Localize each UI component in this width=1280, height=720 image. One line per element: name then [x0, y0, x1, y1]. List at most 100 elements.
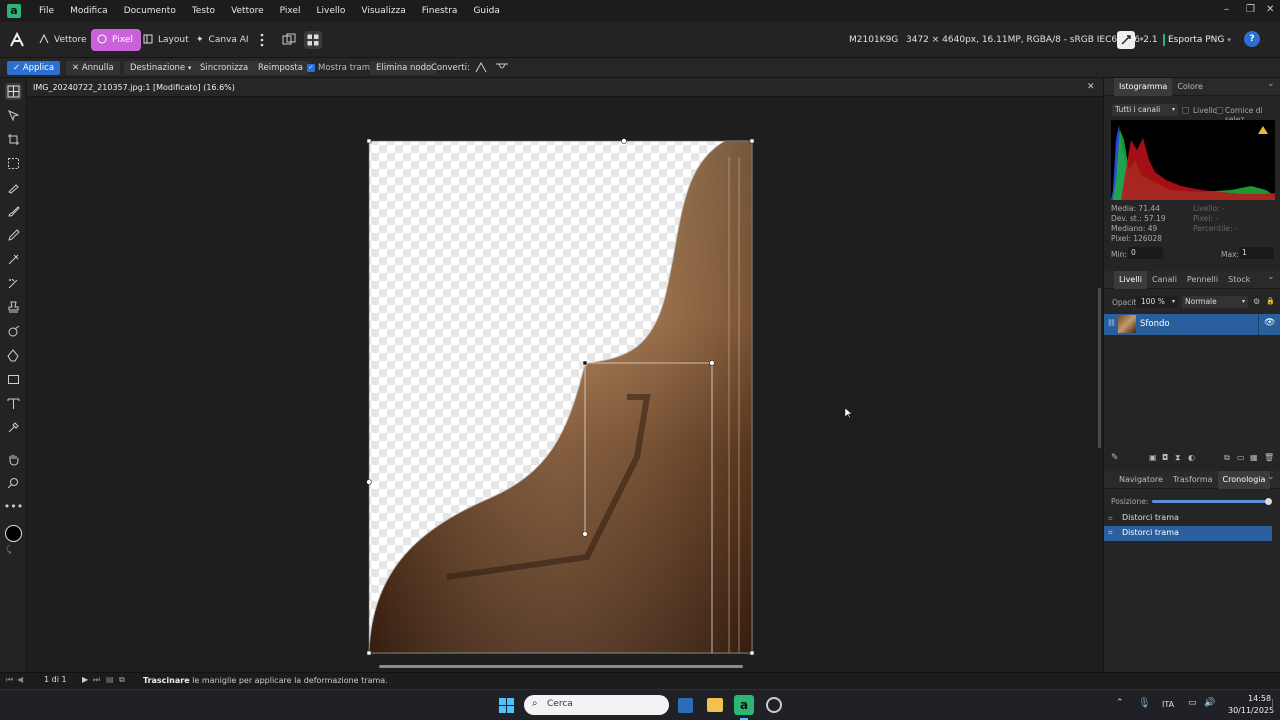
selection-checkbox[interactable]: [1216, 107, 1223, 114]
adjustment-icon[interactable]: ▣: [1149, 453, 1157, 462]
mesh-handle[interactable]: [366, 479, 372, 485]
opacity-input[interactable]: 100 % ▾: [1136, 296, 1178, 308]
lock-icon[interactable]: 🔒: [1266, 297, 1275, 305]
show-desktop[interactable]: [1272, 699, 1273, 711]
affinity-taskbar-icon[interactable]: a: [734, 695, 754, 715]
max-input[interactable]: 1: [1239, 247, 1274, 259]
history-entry-current[interactable]: ⌗ Distorci trama: [1104, 526, 1272, 541]
last-page-icon[interactable]: ⏭: [93, 675, 100, 685]
taskbar-search[interactable]: ⌕ Cerca: [524, 695, 669, 715]
spread-icon[interactable]: ⧉: [119, 675, 125, 685]
tab-histogram[interactable]: Istogramma: [1114, 77, 1173, 96]
visibility-eye-icon[interactable]: 👁: [1264, 318, 1275, 328]
microphone-icon[interactable]: 🎙: [1138, 698, 1151, 709]
panel-menu-icon[interactable]: ⌄: [1267, 272, 1275, 282]
close-window-icon[interactable]: ✕: [1266, 0, 1274, 20]
menu-modifica[interactable]: Modifica: [62, 0, 116, 22]
tab-stock[interactable]: Stock: [1223, 271, 1255, 289]
chevron-up-icon[interactable]: ⌃: [1116, 698, 1124, 708]
eyedropper-icon[interactable]: [5, 419, 22, 436]
mesh-node[interactable]: [582, 360, 588, 366]
mesh-handle[interactable]: [366, 650, 372, 656]
pencil-icon[interactable]: [5, 227, 22, 244]
healing-brush-icon[interactable]: [5, 251, 22, 268]
tab-brushes[interactable]: Pennelli: [1182, 271, 1223, 289]
tab-history[interactable]: Cronologia: [1217, 470, 1271, 489]
tab-color[interactable]: Colore: [1172, 78, 1208, 96]
rectangle-tool-icon[interactable]: [5, 371, 22, 388]
marquee-tool-icon[interactable]: [5, 155, 22, 172]
more-tools-icon[interactable]: •••: [4, 498, 23, 515]
layer-checkbox[interactable]: [1182, 107, 1189, 114]
canvas-artwork[interactable]: [27, 97, 1103, 672]
first-page-icon[interactable]: ⏮: [6, 675, 13, 685]
language-indicator[interactable]: ITA: [1162, 700, 1174, 709]
mesh-handle[interactable]: [749, 138, 755, 144]
more-vertical-icon[interactable]: [253, 31, 271, 49]
clock-date[interactable]: 30/11/2025: [1228, 706, 1274, 715]
tab-navigator[interactable]: Navigatore: [1114, 471, 1168, 489]
destination-dropdown[interactable]: Destinazione ▾: [124, 61, 198, 75]
export-png-button[interactable]: Esporta PNG ▾: [1163, 33, 1231, 47]
blend-mode-dropdown[interactable]: Normale ▾: [1182, 296, 1248, 308]
prev-page-icon[interactable]: ◀: [17, 675, 23, 684]
app-menu-icon[interactable]: [7, 30, 27, 50]
menu-file[interactable]: File: [31, 0, 62, 22]
tab-channels[interactable]: Canali: [1147, 271, 1182, 289]
tab-transform[interactable]: Trasforma: [1168, 471, 1218, 489]
menu-livello[interactable]: Livello: [309, 0, 354, 22]
smooth-node-icon[interactable]: [495, 61, 509, 76]
mesh-handle[interactable]: [749, 650, 755, 656]
swap-colors-icon[interactable]: ⤹: [6, 545, 11, 555]
persona-pixel[interactable]: Pixel: [91, 29, 141, 51]
menu-visualizza[interactable]: Visualizza: [353, 0, 413, 22]
selection-brush-icon[interactable]: [5, 179, 22, 196]
menu-pixel[interactable]: Pixel: [272, 0, 309, 22]
persona-layout[interactable]: Layout: [137, 29, 197, 51]
store-icon[interactable]: [678, 698, 693, 713]
menu-vettore[interactable]: Vettore: [223, 0, 272, 22]
affinity-logo-icon[interactable]: a: [7, 4, 21, 18]
next-page-icon[interactable]: ▶: [82, 675, 88, 684]
history-entry[interactable]: ⌗ Distorci trama: [1104, 512, 1272, 526]
crop-tool-icon[interactable]: [5, 131, 22, 148]
tab-layers[interactable]: Livelli: [1114, 270, 1148, 289]
min-input[interactable]: 0: [1128, 247, 1163, 259]
chevron-down-icon[interactable]: ▾: [1140, 35, 1144, 43]
mesh-handle[interactable]: [709, 360, 715, 366]
menu-testo[interactable]: Testo: [184, 0, 223, 22]
slider-handle[interactable]: [1265, 498, 1272, 505]
paint-brush-icon[interactable]: [5, 203, 22, 220]
hand-tool-icon[interactable]: [5, 451, 22, 468]
move-tool-icon[interactable]: [5, 107, 22, 124]
trash-icon[interactable]: 🗑: [1264, 453, 1274, 462]
color-swatch[interactable]: [5, 525, 22, 542]
layer-row-sfondo[interactable]: ⛓ Sfondo 👁: [1104, 314, 1280, 335]
text-tool-icon[interactable]: [5, 395, 22, 412]
windows-start-icon[interactable]: [499, 698, 514, 713]
restore-icon[interactable]: ❐: [1246, 0, 1255, 20]
zoom-tool-icon[interactable]: [5, 475, 22, 492]
sharp-node-icon[interactable]: [475, 61, 487, 76]
inpainting-icon[interactable]: [5, 275, 22, 292]
canvas-area[interactable]: [27, 97, 1103, 672]
mesh-warp-tool-icon[interactable]: [5, 83, 22, 100]
mesh-handle[interactable]: [621, 138, 627, 144]
document-tab[interactable]: IMG_20240722_210357.jpg:1 [Modificato] (…: [27, 78, 1103, 97]
grid-icon[interactable]: [304, 31, 322, 49]
sync-button[interactable]: Sincronizza: [194, 61, 255, 75]
live-filter-icon[interactable]: ⧗: [1175, 453, 1181, 463]
panel-scrollbar[interactable]: [1098, 288, 1101, 448]
close-document-icon[interactable]: ✕: [1087, 78, 1095, 97]
help-icon[interactable]: ?: [1244, 31, 1260, 47]
minimize-icon[interactable]: –: [1224, 0, 1229, 20]
pages-icon[interactable]: ▤: [106, 675, 114, 684]
smudge-tool-icon[interactable]: [5, 323, 22, 340]
persona-vettore[interactable]: Vettore: [33, 29, 95, 51]
mesh-handle[interactable]: [582, 531, 588, 537]
new-group-icon[interactable]: ▭: [1237, 453, 1245, 462]
menu-documento[interactable]: Documento: [116, 0, 184, 22]
file-explorer-icon[interactable]: [707, 698, 723, 712]
gear-icon[interactable]: ⚙: [1253, 297, 1260, 306]
mask-icon[interactable]: ◘: [1162, 453, 1168, 462]
